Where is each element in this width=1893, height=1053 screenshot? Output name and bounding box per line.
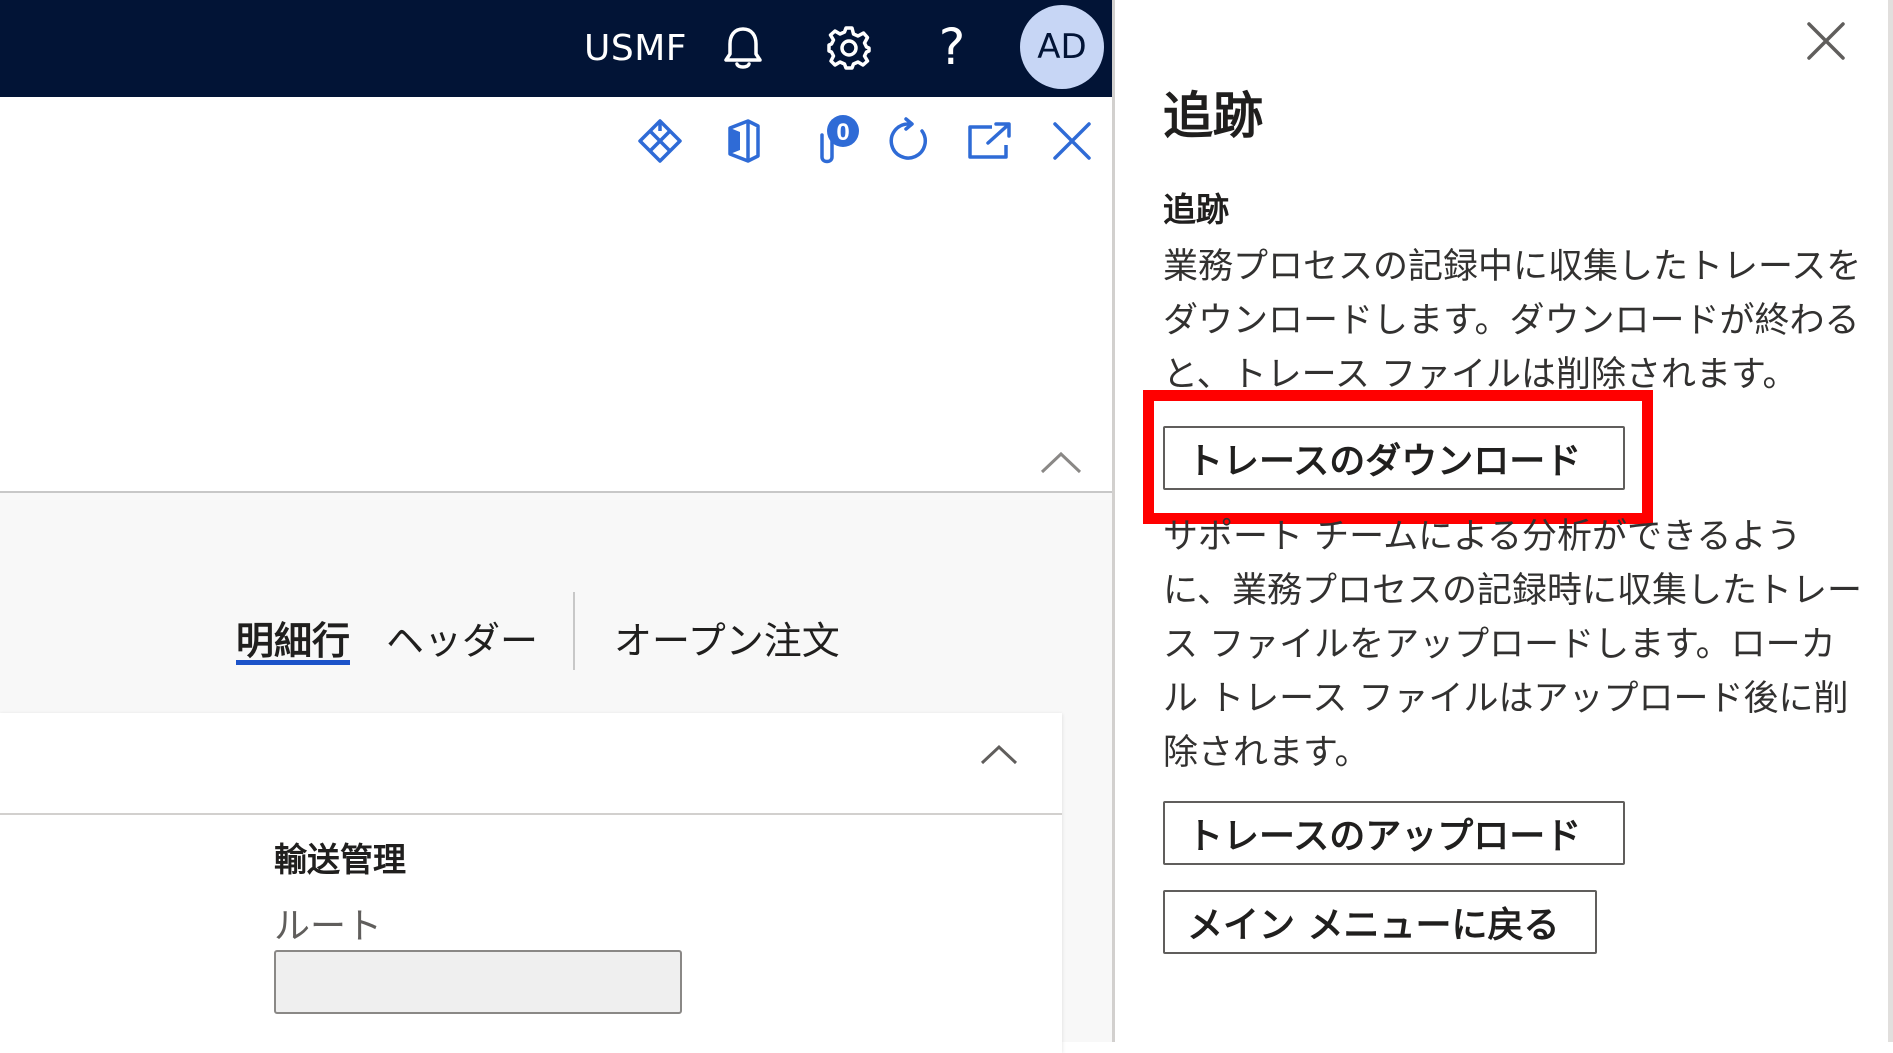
pane-title: 追跡 [1163,87,1263,145]
details-card: 輸送管理 ルート [0,713,1062,1053]
refresh-icon[interactable] [882,115,934,167]
settings-gear-icon[interactable] [822,20,876,76]
route-input[interactable] [274,950,682,1014]
card-divider [0,813,1062,815]
tab-header[interactable]: ヘッダー [386,610,538,665]
highlight-annotation-box [1143,390,1653,524]
open-in-new-window-icon[interactable] [964,115,1016,167]
power-apps-icon[interactable] [634,115,686,167]
upload-description: サポート チームによる分析ができるように、業務プロセスの記録時に収集したトレース… [1163,517,1862,773]
attachments-icon[interactable]: 0 [808,115,868,167]
main-app: USMF ? AD 0 明細行 ヘッダー オープン注文 輸送管理 ルート [0,0,1112,1053]
page-action-bar: 0 [0,97,1112,187]
help-icon[interactable]: ? [930,16,974,78]
pane-section-heading: 追跡 [1163,190,1229,229]
close-page-icon[interactable] [1046,115,1098,167]
company-selector[interactable]: USMF [584,22,687,74]
upload-trace-button[interactable]: トレースのアップロード [1163,801,1625,865]
tracing-pane: 追跡 追跡 業務プロセスの記録中に収集したトレースをダウンロードします。ダウンロ… [1112,0,1893,1042]
notifications-bell-icon[interactable] [718,20,768,76]
pane-edge [1888,0,1893,1042]
user-avatar[interactable]: AD [1020,5,1104,89]
collapse-header-chevron-up-icon[interactable] [1038,448,1084,478]
close-pane-icon[interactable] [1803,18,1849,64]
back-to-main-menu-button[interactable]: メイン メニューに戻る [1163,890,1597,954]
download-description: 業務プロセスの記録中に収集したトレースをダウンロードします。ダウンロードが終わる… [1163,247,1862,395]
route-label: ルート [274,906,383,947]
transport-management-heading: 輸送管理 [274,840,406,879]
top-navigation-bar: USMF ? AD [0,0,1112,97]
attachment-count-badge: 0 [836,119,849,146]
active-tab-indicator [236,660,350,665]
collapse-card-chevron-up-icon[interactable] [978,741,1020,769]
tab-open-orders[interactable]: オープン注文 [614,610,840,665]
tab-separator [573,592,575,670]
tab-lines[interactable]: 明細行 [236,610,350,665]
office-icon[interactable] [718,115,770,167]
tab-bar: 明細行 ヘッダー オープン注文 [0,592,1112,680]
